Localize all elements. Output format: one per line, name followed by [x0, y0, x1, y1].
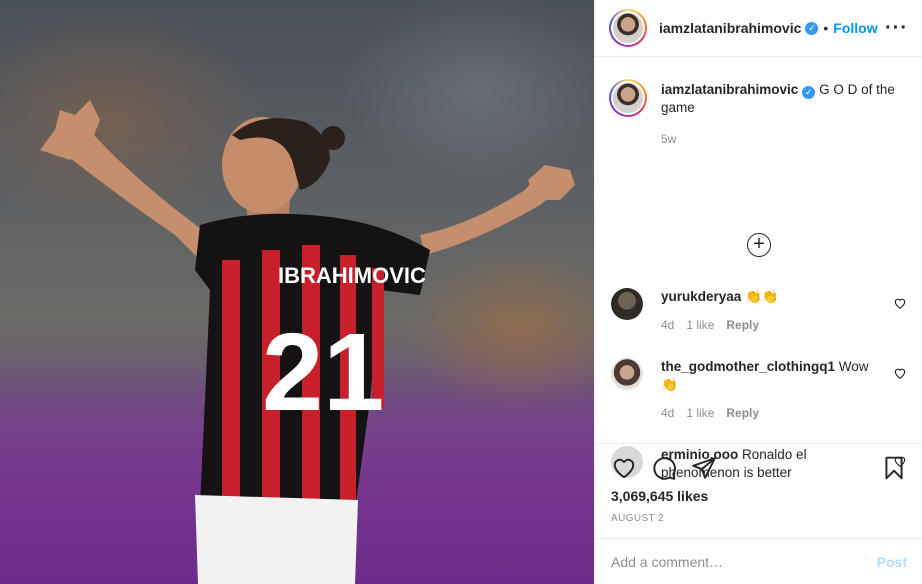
add-comment-input[interactable] [611, 553, 877, 570]
add-comment-bar: Post [595, 538, 922, 584]
comment-icon[interactable] [651, 455, 677, 481]
caption-time[interactable]: 5w [661, 132, 676, 146]
post-comment-button[interactable]: Post [877, 554, 907, 570]
like-comment-icon[interactable] [893, 296, 907, 310]
separator-dot: • [823, 20, 829, 36]
more-options-icon[interactable]: ··· [885, 17, 908, 40]
action-icons [611, 454, 907, 482]
follow-button[interactable]: Follow [833, 20, 877, 36]
player-illustration: IBRAHIMOVIC 21 [40, 100, 575, 584]
likes-count[interactable]: 3,069,645 likes [611, 488, 907, 504]
caption-avatar-image [613, 83, 643, 113]
jersey-name: IBRAHIMOVIC [278, 263, 426, 288]
caption-verified-icon: ✓ [802, 86, 816, 99]
comment-time[interactable]: 4d [661, 406, 674, 420]
comment-text: 👏👏 [745, 289, 779, 304]
comment-username[interactable]: the_godmother_clothingq1 [661, 359, 835, 374]
verified-icon: ✓ [805, 21, 819, 35]
comment-time[interactable]: 4d [661, 318, 674, 332]
post-header: iamzlatanibrahimovic ✓ • Follow ··· [595, 0, 922, 57]
caption-avatar[interactable] [609, 79, 647, 117]
avatar[interactable] [609, 9, 647, 47]
reply-button[interactable]: Reply [726, 318, 759, 332]
post-date[interactable]: AUGUST 2 [611, 513, 907, 524]
comment-avatar[interactable] [611, 358, 643, 390]
header-username[interactable]: iamzlatanibrahimovic [659, 20, 801, 36]
comment-username[interactable]: yurukderyaa [661, 289, 741, 304]
jersey-number: 21 [262, 311, 384, 434]
caption-username[interactable]: iamzlatanibrahimovic [661, 82, 798, 97]
comments-section[interactable]: iamzlatanibrahimovic ✓ G O D of the game … [595, 57, 922, 480]
share-icon[interactable] [691, 455, 717, 481]
comment-avatar[interactable] [611, 288, 643, 320]
post-sidebar: iamzlatanibrahimovic ✓ • Follow ··· iamz… [594, 0, 922, 584]
like-comment-icon[interactable] [893, 366, 907, 380]
comment-likes[interactable]: 1 like [686, 318, 714, 332]
caption: iamzlatanibrahimovic ✓ G O D of the game … [609, 79, 906, 148]
comment-likes[interactable]: 1 like [686, 406, 714, 420]
comment-item: yurukderyaa 👏👏 4d 1 like Reply [611, 288, 907, 334]
avatar-image [613, 13, 643, 43]
post-photo[interactable]: IBRAHIMOVIC 21 [0, 0, 594, 584]
bookmark-icon[interactable] [881, 455, 907, 481]
reply-button[interactable]: Reply [726, 406, 759, 420]
action-bar: 3,069,645 likes AUGUST 2 [595, 443, 922, 524]
load-more-comments-icon[interactable]: + [747, 233, 771, 257]
heart-icon[interactable] [611, 455, 637, 481]
comment-item: the_godmother_clothingq1 Wow 👏 4d 1 like R… [611, 358, 907, 422]
